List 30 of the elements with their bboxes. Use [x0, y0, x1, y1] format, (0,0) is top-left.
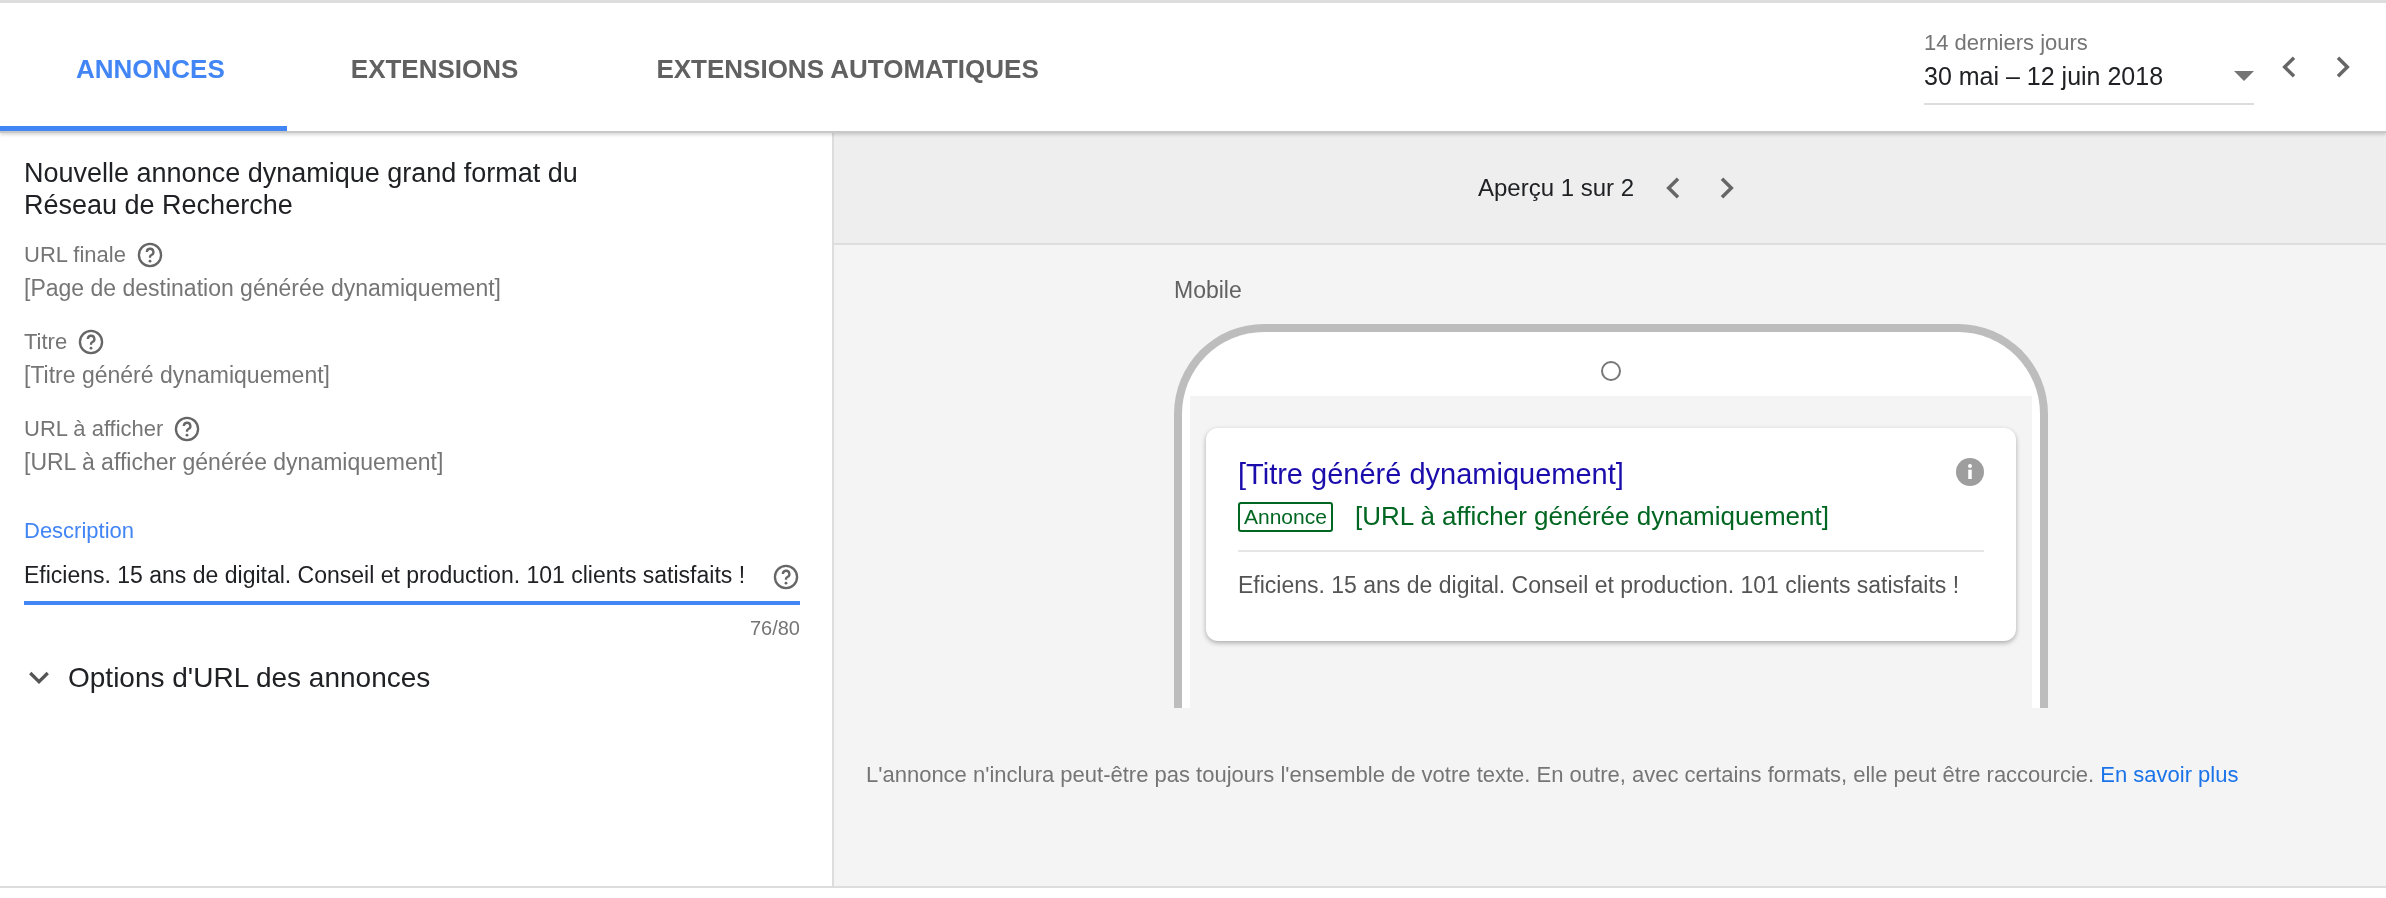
description-label: Description	[24, 518, 136, 544]
help-icon[interactable]	[77, 328, 106, 356]
field-value: [Titre généré dynamiquement]	[24, 362, 331, 389]
date-range-dropdown[interactable]: 30 mai – 12 juin 2018	[1924, 61, 2254, 105]
tab[interactable]: EXTENSIONS AUTOMATIQUES	[580, 3, 1101, 131]
description-field[interactable]: Eficiens. 15 ans de digital. Conseil et production. 101 clients satisfaits !	[24, 560, 800, 605]
help-icon[interactable]	[772, 563, 800, 591]
dropdown-caret-icon	[2234, 71, 2254, 81]
help-icon[interactable]	[135, 241, 164, 269]
info-icon[interactable]	[1956, 458, 1984, 486]
tab[interactable]: EXTENSIONS	[286, 3, 581, 131]
field-label: Titre	[24, 329, 68, 355]
device-label: Mobile	[1174, 277, 1242, 304]
preview-pager-text: Aperçu 1 sur 2	[1477, 174, 1635, 202]
camera-icon	[1600, 360, 1622, 382]
help-icon[interactable]	[173, 415, 202, 443]
ad-headline[interactable]: [Titre généré dynamiquement]	[1238, 458, 1624, 491]
preview-note: L'annonce n'inclura peut-être pas toujours l'ensemble de votre texte. En outre, avec certains formats, elle peut être raccourcie. En savoir plus	[865, 761, 2240, 789]
url-options-toggle[interactable]: Options d'URL des annonces	[24, 662, 431, 694]
character-counter: 76/80	[748, 617, 800, 640]
field-label: URL à afficher	[24, 416, 164, 442]
learn-more-link[interactable]: En savoir plus	[2100, 762, 2239, 787]
ad-type-title: Nouvelle annonce dynamique grand format du Réseau de Recherche	[24, 157, 579, 221]
ad-description: Eficiens. 15 ans de digital. Conseil et production. 101 clients satisfaits !	[1238, 571, 1961, 600]
field-value: [URL à afficher générée dynamiquement]	[24, 449, 445, 476]
field-value: [Page de destination générée dynamiquement]	[24, 275, 502, 302]
field-label: URL finale	[24, 242, 126, 268]
date-range-label: 14 derniers jours	[1924, 29, 2089, 56]
display-url: [URL à afficher générée dynamiquement]	[1354, 501, 1829, 532]
ad-badge: Annonce	[1238, 501, 1333, 532]
